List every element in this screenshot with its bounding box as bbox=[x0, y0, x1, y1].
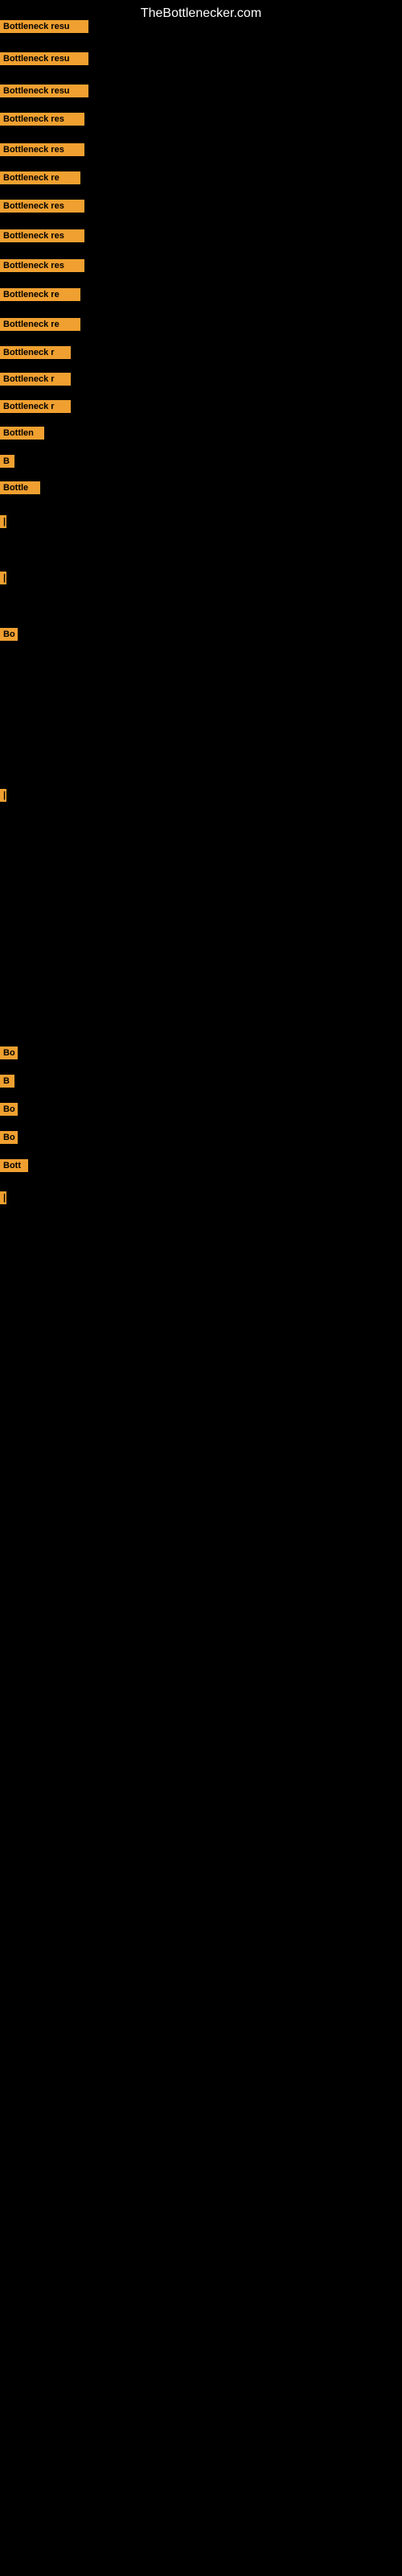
bottleneck-item-27[interactable]: | bbox=[0, 1191, 6, 1204]
bottleneck-item-19[interactable]: | bbox=[0, 572, 6, 584]
bottleneck-item-25[interactable]: Bo bbox=[0, 1131, 18, 1144]
bottleneck-item-22[interactable]: Bo bbox=[0, 1046, 18, 1059]
bottleneck-item-18[interactable]: | bbox=[0, 515, 6, 528]
bottleneck-item-21[interactable]: | bbox=[0, 789, 6, 802]
bottleneck-item-24[interactable]: Bo bbox=[0, 1103, 18, 1116]
bottleneck-item-16[interactable]: B bbox=[0, 455, 14, 468]
bottleneck-item-10[interactable]: Bottleneck re bbox=[0, 288, 80, 301]
bottleneck-item-14[interactable]: Bottleneck r bbox=[0, 400, 71, 413]
bottleneck-item-8[interactable]: Bottleneck res bbox=[0, 229, 84, 242]
bottleneck-item-4[interactable]: Bottleneck res bbox=[0, 113, 84, 126]
bottleneck-item-2[interactable]: Bottleneck resu bbox=[0, 52, 88, 65]
bottleneck-item-13[interactable]: Bottleneck r bbox=[0, 373, 71, 386]
bottleneck-item-26[interactable]: Bott bbox=[0, 1159, 28, 1172]
bottleneck-item-20[interactable]: Bo bbox=[0, 628, 18, 641]
bottleneck-item-9[interactable]: Bottleneck res bbox=[0, 259, 84, 272]
bottleneck-item-5[interactable]: Bottleneck res bbox=[0, 143, 84, 156]
bottleneck-item-3[interactable]: Bottleneck resu bbox=[0, 85, 88, 97]
bottleneck-item-23[interactable]: B bbox=[0, 1075, 14, 1088]
bottleneck-item-7[interactable]: Bottleneck res bbox=[0, 200, 84, 213]
bottleneck-item-12[interactable]: Bottleneck r bbox=[0, 346, 71, 359]
bottleneck-item-1[interactable]: Bottleneck resu bbox=[0, 20, 88, 33]
bottleneck-item-17[interactable]: Bottle bbox=[0, 481, 40, 494]
bottleneck-item-11[interactable]: Bottleneck re bbox=[0, 318, 80, 331]
bottleneck-item-15[interactable]: Bottlen bbox=[0, 427, 44, 440]
bottleneck-item-6[interactable]: Bottleneck re bbox=[0, 171, 80, 184]
